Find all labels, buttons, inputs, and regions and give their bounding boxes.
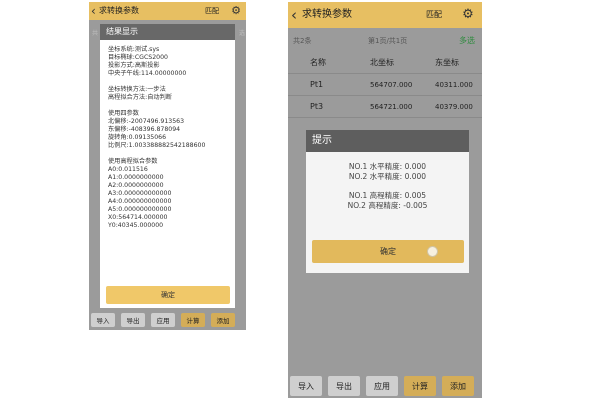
result-line: 使用高程拟合参数 (108, 158, 158, 165)
dialog-title: 结果显示 (100, 24, 235, 40)
prompt-dialog: 提示 NO.1 水平精度: 0.000 NO.2 水平精度: 0.000 NO.1 … (306, 130, 469, 273)
cell-name: Pt3 (310, 102, 324, 111)
table-header: 名称 北坐标 东坐标 (288, 52, 482, 74)
chevron-left-icon[interactable]: ‹ (291, 2, 297, 28)
multi-select-label: 选 (239, 30, 246, 37)
table-row[interactable]: Pt1 564707.000 40311.000 (288, 74, 482, 96)
bottom-toolbar: 导入 导出 应用 计算 添加 (288, 376, 482, 396)
apply-button[interactable]: 应用 (151, 313, 175, 327)
accuracy-line: NO.2 高程精度: -0.005 (347, 201, 428, 210)
match-button[interactable]: 匹配 (205, 2, 219, 20)
table-row[interactable]: Pt3 564721.000 40379.000 (288, 96, 482, 118)
result-line: Y0:40345.000000 (108, 222, 164, 229)
result-line: 投影方式:高斯投影 (108, 62, 160, 69)
result-line: 高程拟合方法:自动判断 (108, 94, 172, 101)
result-line: A4:0.000000000000 (108, 198, 172, 205)
gear-icon[interactable]: ⚙ (459, 2, 477, 28)
dialog-title: 提示 (306, 130, 469, 152)
import-button[interactable]: 导入 (91, 313, 115, 327)
result-line: 目标椭球:CGCS2000 (108, 54, 168, 61)
result-line: 北偏移:-2007496.913563 (108, 118, 185, 125)
cell-name: Pt1 (310, 80, 324, 89)
cell-north: 564707.000 (370, 81, 413, 89)
gear-icon[interactable]: ⚙ (229, 2, 243, 20)
result-line: 坐标系统:测试.sys (108, 46, 160, 53)
points-table: 名称 北坐标 东坐标 Pt1 564707.000 40311.000 Pt3 … (288, 52, 482, 118)
calculate-button[interactable]: 计算 (181, 313, 205, 327)
accuracy-line: NO.1 水平精度: 0.000 (348, 162, 427, 171)
page-indicator: 第1页/共1页 (368, 37, 408, 45)
match-button[interactable]: 匹配 (426, 2, 442, 28)
app-bar: ‹ 求转换参数 匹配 ⚙ (89, 2, 246, 20)
result-line: A0:0.011516 (108, 166, 148, 173)
apply-button[interactable]: 应用 (366, 376, 398, 396)
export-button[interactable]: 导出 (328, 376, 360, 396)
confirm-button[interactable]: 确定 (106, 286, 230, 304)
result-line: 使用四参数 (108, 110, 139, 117)
touch-indicator (427, 246, 438, 257)
page-title: 求转换参数 (99, 6, 139, 15)
left-phone-screen: ‹ 求转换参数 匹配 ⚙ 共 选 结果显示 坐标系统:测试.sys 目标椭球:CG… (89, 2, 246, 330)
cell-east: 40379.000 (435, 103, 473, 111)
result-line: 旋转角:0.09135066 (108, 134, 167, 141)
multi-select-button[interactable]: 多选 (459, 35, 475, 46)
add-button[interactable]: 添加 (211, 313, 235, 327)
result-line: A1:0.0000000000 (108, 174, 164, 181)
divider (288, 117, 482, 118)
result-line: 比例尺:1.003388882542188600 (108, 142, 206, 149)
cell-north: 564721.000 (370, 103, 413, 111)
result-line: 东偏移:-408396.878094 (108, 126, 181, 133)
result-dialog: 结果显示 坐标系统:测试.sys 目标椭球:CGCS2000 投影方式:高斯投影 中央… (100, 24, 235, 308)
result-line: A5:0.000000000000 (108, 206, 172, 213)
accuracy-line: NO.1 高程精度: 0.005 (348, 191, 427, 200)
bottom-toolbar: 导入 导出 应用 计算 添加 (89, 313, 246, 327)
column-header-name: 名称 (310, 58, 326, 67)
result-line: 坐标转换方法:一步法 (108, 86, 166, 93)
result-line: A2:0.0000000000 (108, 182, 164, 189)
page-title: 求转换参数 (302, 9, 352, 20)
export-button[interactable]: 导出 (121, 313, 145, 327)
right-phone-screen: ‹ 求转换参数 匹配 ⚙ 共2条 第1页/共1页 多选 名称 北坐标 东坐标 P… (288, 2, 482, 398)
chevron-left-icon[interactable]: ‹ (91, 2, 96, 20)
result-line: 中央子午线:114.00000000 (108, 70, 187, 77)
accuracy-line: NO.2 水平精度: 0.000 (348, 172, 427, 181)
import-button[interactable]: 导入 (290, 376, 322, 396)
column-header-east: 东坐标 (435, 58, 459, 67)
record-count: 共 (92, 30, 99, 37)
add-button[interactable]: 添加 (442, 376, 474, 396)
calculate-button[interactable]: 计算 (404, 376, 436, 396)
list-info-bar: 共2条 第1页/共1页 多选 (288, 32, 482, 48)
app-bar: ‹ 求转换参数 匹配 ⚙ (288, 2, 482, 28)
record-count: 共2条 (293, 37, 312, 45)
confirm-button[interactable]: 确定 (312, 240, 464, 263)
column-header-north: 北坐标 (370, 58, 394, 67)
result-line: A3:0.000000000000 (108, 190, 172, 197)
dialog-content: 坐标系统:测试.sys 目标椭球:CGCS2000 投影方式:高斯投影 中央子午线:1… (100, 40, 235, 230)
cell-east: 40311.000 (435, 81, 473, 89)
dialog-content: NO.1 水平精度: 0.000 NO.2 水平精度: 0.000 NO.1 高程精… (306, 152, 469, 211)
confirm-label: 确定 (380, 247, 396, 256)
result-line: X0:564714.000000 (108, 214, 168, 221)
